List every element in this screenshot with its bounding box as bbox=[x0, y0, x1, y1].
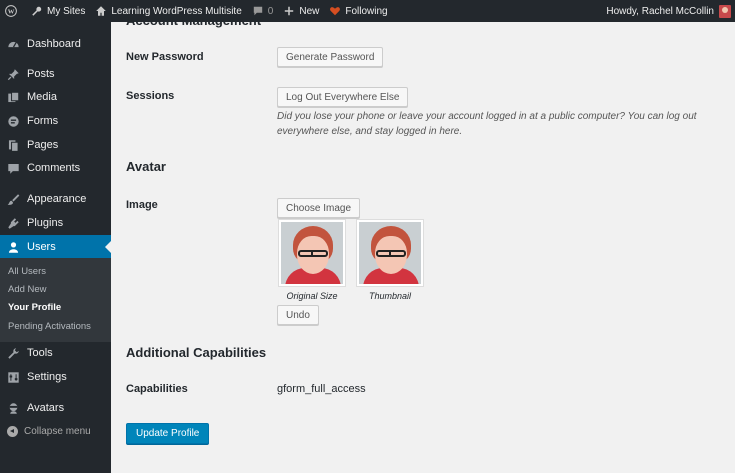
original-size-caption: Original Size bbox=[286, 291, 338, 301]
collapse-label: Collapse menu bbox=[24, 425, 91, 437]
generate-password-button[interactable]: Generate Password bbox=[277, 47, 384, 67]
avatar-original-image bbox=[278, 219, 346, 287]
menu-dashboard[interactable]: Dashboard bbox=[0, 32, 111, 56]
submenu-add-new[interactable]: Add New bbox=[8, 284, 47, 295]
user-icon bbox=[6, 240, 20, 254]
avatar-thumbnail-image bbox=[356, 219, 424, 287]
capabilities-label: Capabilities bbox=[126, 383, 188, 395]
menu-plugins[interactable]: Plugins bbox=[0, 211, 111, 235]
comment-icon bbox=[6, 161, 20, 175]
users-submenu: All Users Add New Your Profile Pending A… bbox=[0, 258, 111, 342]
menu-label: Appearance bbox=[27, 193, 87, 205]
settings-icon bbox=[6, 370, 20, 384]
my-sites-menu[interactable]: My Sites bbox=[26, 0, 90, 22]
wordpress-icon: W bbox=[5, 5, 17, 17]
menu-label: Tools bbox=[27, 347, 53, 359]
capabilities-value: gform_full_access bbox=[277, 383, 366, 395]
svg-text:W: W bbox=[8, 8, 15, 15]
paintbrush-icon bbox=[6, 192, 20, 206]
menu-label: Dashboard bbox=[27, 38, 81, 50]
menu-users[interactable]: Users bbox=[0, 235, 111, 259]
sessions-label: Sessions bbox=[126, 90, 175, 102]
following-menu[interactable]: Following bbox=[324, 0, 392, 22]
menu-pages[interactable]: Pages bbox=[0, 133, 111, 157]
menu-settings[interactable]: Settings bbox=[0, 365, 111, 389]
new-content-menu[interactable]: New bbox=[278, 0, 324, 22]
avatar-ninja-icon bbox=[6, 401, 20, 415]
new-password-label: New Password bbox=[126, 51, 204, 63]
profile-form: Account Management New Password Generate… bbox=[111, 13, 735, 473]
update-profile-button[interactable]: Update Profile bbox=[126, 423, 210, 444]
dashboard-icon bbox=[6, 37, 20, 51]
menu-posts[interactable]: Posts bbox=[0, 62, 111, 86]
choose-image-button[interactable]: Choose Image bbox=[277, 198, 361, 218]
submenu-pending-activations[interactable]: Pending Activations bbox=[8, 321, 91, 332]
user-avatar bbox=[719, 4, 731, 18]
image-label: Image bbox=[126, 199, 158, 211]
wordpress-logo[interactable]: W bbox=[0, 0, 26, 22]
avatar-photo bbox=[281, 222, 343, 284]
menu-label: Plugins bbox=[27, 217, 64, 229]
menu-label: Forms bbox=[27, 115, 59, 127]
collapse-arrow-icon bbox=[7, 425, 18, 437]
account-management-heading: Account Management bbox=[126, 13, 262, 28]
collapse-menu-button[interactable]: Collapse menu bbox=[0, 421, 111, 441]
menu-avatars[interactable]: Avatars bbox=[0, 396, 111, 420]
menu-media[interactable]: Media bbox=[0, 85, 111, 109]
comments-count: 0 bbox=[267, 5, 274, 17]
menu-appearance[interactable]: Appearance bbox=[0, 187, 111, 211]
submenu-all-users[interactable]: All Users bbox=[8, 266, 46, 277]
pushpin-icon bbox=[6, 67, 20, 81]
avatar-photo bbox=[359, 222, 421, 284]
menu-label: Media bbox=[27, 91, 57, 103]
home-icon bbox=[96, 6, 107, 16]
my-account-menu[interactable]: Howdy, Rachel McCollin bbox=[601, 0, 735, 22]
menu-forms[interactable]: Forms bbox=[0, 109, 111, 133]
pages-icon bbox=[6, 138, 20, 152]
media-icon bbox=[6, 90, 20, 104]
admin-sidebar: Dashboard Posts Media Forms Pages Commen… bbox=[0, 22, 111, 473]
sessions-description: Did you lose your phone or leave your ac… bbox=[277, 111, 697, 137]
howdy-text: Howdy, Rachel McCollin bbox=[606, 5, 714, 17]
my-sites-icon bbox=[32, 6, 42, 16]
menu-label: Pages bbox=[27, 139, 59, 151]
admin-bar: W My Sites Learning WordPress Multisite … bbox=[0, 0, 735, 22]
plugin-icon bbox=[6, 216, 20, 230]
wrench-icon bbox=[6, 346, 20, 360]
heart-icon bbox=[330, 7, 341, 16]
forms-icon bbox=[6, 114, 20, 128]
thumbnail-caption: Thumbnail bbox=[368, 291, 412, 301]
new-label: New bbox=[299, 5, 320, 17]
my-sites-label: My Sites bbox=[47, 5, 86, 17]
menu-tools[interactable]: Tools bbox=[0, 341, 111, 365]
following-label: Following bbox=[345, 5, 388, 17]
log-out-everywhere-button[interactable]: Log Out Everywhere Else bbox=[277, 87, 409, 107]
additional-capabilities-heading: Additional Capabilities bbox=[126, 345, 267, 360]
menu-label: Comments bbox=[27, 162, 81, 174]
avatar-heading: Avatar bbox=[126, 159, 166, 174]
undo-button[interactable]: Undo bbox=[277, 305, 319, 325]
menu-label: Users bbox=[27, 241, 56, 253]
menu-comments[interactable]: Comments bbox=[0, 156, 111, 180]
plus-icon bbox=[285, 6, 294, 16]
menu-label: Posts bbox=[27, 68, 55, 80]
menu-label: Avatars bbox=[27, 402, 65, 414]
submenu-your-profile[interactable]: Your Profile bbox=[8, 302, 61, 313]
menu-label: Settings bbox=[27, 371, 67, 383]
